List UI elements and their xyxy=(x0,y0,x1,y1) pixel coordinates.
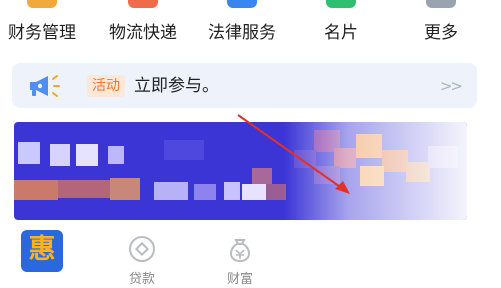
promo-pixel xyxy=(76,144,98,166)
promo-pixel xyxy=(266,184,286,200)
promo-pixel xyxy=(224,182,240,200)
grid-item-label: 物流快递 xyxy=(109,23,177,43)
promo-pixel xyxy=(18,142,40,164)
nav-item-loan[interactable]: 贷款 xyxy=(102,228,182,287)
nav-label: 财富 xyxy=(226,272,253,287)
delivery-icon xyxy=(128,0,158,8)
promo-pixel xyxy=(194,184,216,200)
grid-item-label: 财务管理 xyxy=(8,23,76,43)
nav-item-hui[interactable]: 惠 xyxy=(2,228,82,286)
activity-banner[interactable]: 活动 立即参与。 >> xyxy=(12,63,477,108)
nav-label: 贷款 xyxy=(128,272,155,287)
hui-icon: 惠 xyxy=(21,230,63,272)
grid-item-label: 法律服务 xyxy=(208,23,276,43)
function-grid: 财务管理 物流快递 法律服务 名片 更多 xyxy=(0,0,501,52)
banner-text: 立即参与。 xyxy=(134,76,219,96)
card-icon xyxy=(326,0,356,8)
grid-item-more[interactable]: 更多 xyxy=(391,0,491,52)
promo-fade xyxy=(284,122,467,220)
more-icon xyxy=(426,0,456,8)
grid-item-label: 名片 xyxy=(324,23,358,43)
promo-banner[interactable] xyxy=(14,122,467,220)
finance-icon xyxy=(27,0,57,8)
promo-pixel xyxy=(58,180,110,198)
grid-item-finance[interactable]: 财务管理 xyxy=(0,0,92,52)
chevron-right-icon[interactable]: >> xyxy=(440,75,463,97)
nav-item-wealth[interactable]: 财富 xyxy=(200,228,280,287)
hui-glyph: 惠 xyxy=(28,234,56,265)
grid-item-card[interactable]: 名片 xyxy=(291,0,391,52)
promo-pixel xyxy=(164,140,204,160)
promo-pixel xyxy=(50,144,70,166)
activity-tag: 活动 xyxy=(87,75,125,97)
bottom-nav: 惠 贷款 财富 xyxy=(0,222,501,288)
loan-icon xyxy=(129,236,155,262)
grid-item-label: 更多 xyxy=(424,23,458,43)
promo-pixel xyxy=(14,180,58,200)
law-icon xyxy=(227,0,257,8)
megaphone-icon xyxy=(30,75,60,97)
promo-pixel xyxy=(154,182,188,200)
promo-pixel xyxy=(110,178,140,200)
promo-pixel xyxy=(252,168,272,184)
grid-item-legal[interactable]: 法律服务 xyxy=(192,0,292,52)
grid-item-logistics[interactable]: 物流快递 xyxy=(93,0,193,52)
promo-pixel xyxy=(108,146,124,164)
wealth-icon xyxy=(230,239,250,263)
